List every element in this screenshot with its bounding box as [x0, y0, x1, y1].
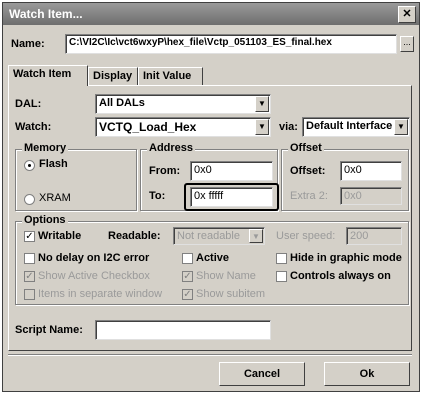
ok-button[interactable]: Ok	[324, 362, 410, 386]
chevron-down-icon[interactable]: ▼	[255, 119, 269, 135]
script-name-input[interactable]	[95, 320, 271, 340]
xram-radio[interactable]	[24, 194, 35, 205]
watch-label: Watch:	[15, 121, 52, 133]
readable-select: Not readable ▼	[173, 227, 265, 245]
offset-group: Offset Offset: 0x0 Extra 2: 0x0	[281, 142, 409, 211]
controls-on-label: Controls always on	[290, 270, 391, 282]
via-select[interactable]: Default Interface ▼	[302, 117, 410, 137]
no-delay-checkbox[interactable]	[24, 253, 35, 264]
items-separate-label: Items in separate window	[38, 288, 163, 300]
name-field[interactable]: C:\VI2C\Ic\vct6wxyP\hex_file\Vctp_051103…	[65, 34, 397, 54]
flash-label: Flash	[39, 158, 68, 170]
extra-input: 0x0	[340, 187, 402, 205]
show-active-label: Show Active Checkbox	[38, 270, 150, 282]
show-subitem-label: Show subitem	[196, 288, 266, 300]
hide-graphic-label: Hide in graphic mode	[290, 252, 402, 264]
script-name-label: Script Name:	[15, 324, 83, 336]
browse-button[interactable]: ...	[400, 36, 414, 52]
tab-label: Init Value	[143, 70, 192, 82]
offset-title: Offset	[288, 142, 324, 154]
controls-on-checkbox[interactable]	[276, 271, 287, 282]
hide-graphic-checkbox[interactable]	[276, 253, 287, 264]
readable-label: Readable:	[108, 230, 161, 242]
radio-dot-icon	[28, 164, 31, 167]
options-title: Options	[22, 214, 68, 226]
memory-group: Memory Flash XRAM	[15, 142, 137, 211]
active-label: Active	[196, 252, 230, 264]
no-delay-label: No delay on I2C error	[38, 252, 150, 264]
via-value: Default Interface	[306, 120, 393, 132]
tab-label: Display	[93, 70, 133, 82]
tab-watch-item[interactable]: Watch Item	[8, 65, 88, 86]
tab-label: Watch Item	[13, 68, 72, 80]
offset-input[interactable]: 0x0	[340, 161, 402, 181]
dal-label: DAL:	[15, 98, 42, 110]
show-name-checkbox: ✓	[182, 271, 193, 282]
writable-checkbox[interactable]: ✓	[24, 231, 35, 242]
chevron-down-icon: ▼	[249, 229, 263, 243]
writable-label: Writable	[38, 230, 82, 242]
address-group: Address From: 0x0 To: 0x fffff	[140, 142, 279, 211]
watch-select[interactable]: VCTQ_Load_Hex ▼	[95, 117, 271, 137]
offset-label: Offset:	[290, 165, 326, 177]
watch-value: VCTQ_Load_Hex	[99, 120, 197, 134]
from-input[interactable]: 0x0	[190, 161, 273, 181]
title-bar[interactable]: Watch Item... ✕	[3, 3, 419, 25]
window-title: Watch Item...	[9, 7, 83, 21]
via-label: via:	[279, 121, 298, 133]
watch-item-panel: DAL: All DALs ▼ Watch: VCTQ_Load_Hex ▼ v…	[8, 85, 412, 351]
user-speed-label: User speed:	[276, 230, 336, 242]
flash-radio[interactable]	[24, 160, 35, 171]
close-icon[interactable]: ✕	[398, 6, 416, 23]
xram-label: XRAM	[39, 192, 71, 204]
user-speed-input: 200	[346, 227, 402, 245]
chevron-down-icon[interactable]: ▼	[394, 119, 408, 135]
tab-display[interactable]: Display	[88, 67, 138, 85]
tab-init-value[interactable]: Init Value	[138, 67, 203, 85]
show-name-label: Show Name	[196, 270, 256, 282]
cancel-button[interactable]: Cancel	[219, 362, 305, 386]
options-group: Options ✓ Writable Readable: Not readabl…	[15, 214, 409, 305]
readable-value: Not readable	[177, 230, 240, 242]
address-title: Address	[147, 142, 196, 154]
extra-label: Extra 2:	[290, 190, 328, 202]
name-label: Name:	[11, 38, 45, 50]
from-label: From:	[149, 165, 181, 177]
chevron-down-icon[interactable]: ▼	[255, 96, 269, 112]
dal-value: All DALs	[99, 97, 145, 109]
watch-item-dialog: Watch Item... ✕ Name: C:\VI2C\Ic\vct6wxy…	[2, 2, 420, 392]
separator	[8, 354, 412, 356]
show-active-checkbox: ✓	[24, 271, 35, 282]
items-separate-checkbox	[24, 289, 35, 300]
memory-title: Memory	[22, 142, 69, 154]
dal-select[interactable]: All DALs ▼	[95, 94, 271, 114]
show-subitem-checkbox: ✓	[182, 289, 193, 300]
to-label: To:	[149, 190, 166, 202]
highlight-box	[184, 183, 279, 211]
active-checkbox[interactable]	[182, 253, 193, 264]
